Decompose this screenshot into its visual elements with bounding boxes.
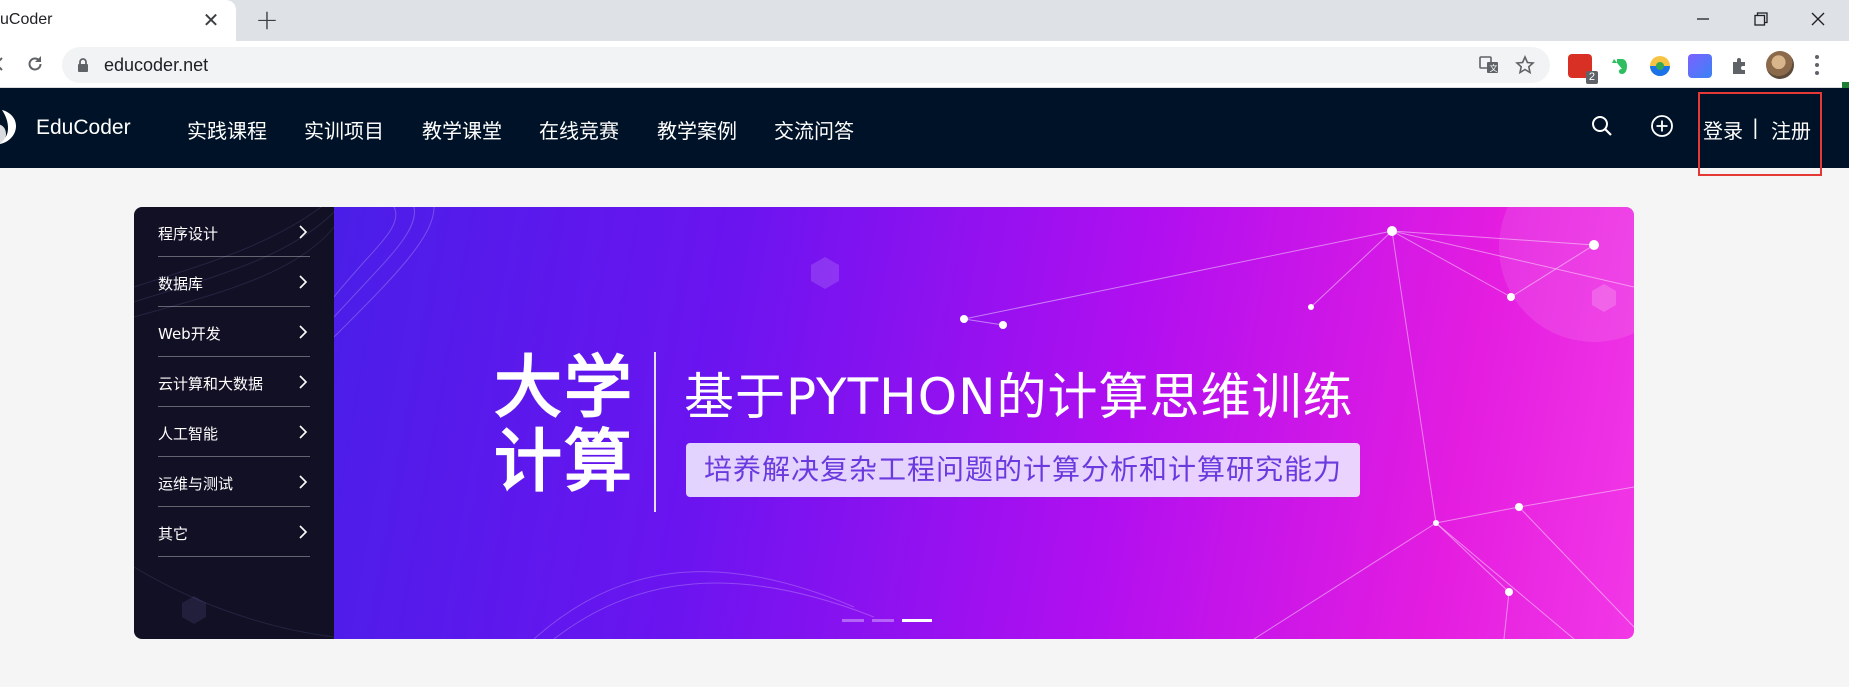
carousel-dot[interactable]	[872, 619, 894, 622]
nav-online-competition[interactable]: 在线竞赛	[539, 115, 619, 144]
address-bar[interactable]: educoder.net 文	[62, 47, 1550, 83]
minimize-button[interactable]	[1675, 0, 1731, 38]
browser-toolbar: educoder.net 文 2	[0, 41, 1849, 129]
new-tab-button[interactable]: +	[252, 6, 282, 36]
banner-left-heading: 大学 计算	[494, 352, 634, 500]
lock-icon	[78, 58, 88, 72]
nav-teaching-cases[interactable]: 教学案例	[657, 115, 737, 144]
bookmark-star-icon[interactable]	[1514, 54, 1536, 76]
nav-teaching-classroom[interactable]: 教学课堂	[422, 115, 502, 144]
extension-evernote-icon[interactable]	[1608, 54, 1632, 78]
category-item[interactable]: 程序设计	[158, 207, 310, 257]
hero-banner: 程序设计 数据库 Web开发 云计算和大数据 人工智能 运维与测试 其它 大学 …	[134, 207, 1634, 639]
banner-divider	[654, 352, 656, 512]
nav-training-projects[interactable]: 实训项目	[304, 115, 384, 144]
chevron-right-icon	[299, 375, 308, 389]
site-header: EduCoder 实践课程 实训项目 教学课堂 在线竞赛 教学案例 交流问答	[0, 88, 1849, 168]
back-button[interactable]	[0, 50, 14, 78]
tab-title: uCoder	[0, 11, 53, 28]
extension-calendar-icon[interactable]: 2	[1568, 54, 1598, 84]
category-menu: 程序设计 数据库 Web开发 云计算和大数据 人工智能 运维与测试 其它	[134, 207, 334, 639]
category-item[interactable]: 数据库	[158, 257, 310, 307]
reload-icon	[28, 56, 42, 71]
restore-icon	[1754, 12, 1768, 26]
banner-title: 基于PYTHON的计算思维训练	[684, 368, 1354, 426]
carousel-indicators	[842, 619, 932, 622]
extension-badge: 2	[1585, 71, 1598, 84]
carousel-dot[interactable]	[842, 619, 864, 622]
chevron-right-icon	[299, 275, 308, 289]
minimize-icon	[1697, 18, 1709, 20]
tab-close-icon[interactable]: ✕	[200, 9, 222, 31]
extension-square-icon[interactable]	[1688, 54, 1712, 78]
chevron-right-icon	[299, 225, 308, 239]
auth-highlight-box	[1698, 92, 1822, 176]
category-label: 其它	[158, 525, 189, 543]
restore-button[interactable]	[1733, 0, 1789, 38]
category-label: 数据库	[158, 275, 204, 293]
close-window-button[interactable]	[1790, 0, 1846, 38]
banner-subtitle: 培养解决复杂工程问题的计算分析和计算研究能力	[686, 443, 1361, 497]
chevron-right-icon	[299, 475, 308, 489]
browser-menu-icon[interactable]	[1812, 53, 1822, 77]
category-label: 人工智能	[158, 425, 219, 443]
carousel-dot-active[interactable]	[902, 619, 932, 622]
extension-globe-icon[interactable]	[1648, 54, 1672, 78]
category-item[interactable]: 云计算和大数据	[158, 357, 310, 407]
category-item[interactable]: 其它	[158, 507, 310, 557]
chevron-right-icon	[299, 425, 308, 439]
reload-button[interactable]	[21, 50, 49, 78]
educoder-logo-icon[interactable]	[0, 106, 24, 148]
banner-left-line1: 大学	[494, 349, 635, 428]
category-label: 程序设计	[158, 225, 219, 243]
category-label: 云计算和大数据	[158, 375, 264, 393]
browser-tab-strip: uCoder ✕ +	[0, 0, 1849, 41]
svg-text:文: 文	[1490, 63, 1498, 73]
add-circle-icon[interactable]	[1650, 114, 1674, 138]
nav-practice-courses[interactable]: 实践课程	[187, 115, 267, 144]
search-icon[interactable]	[1590, 114, 1614, 138]
banner-left-line2: 计算	[494, 423, 635, 502]
chevron-right-icon	[299, 525, 308, 539]
browser-tab[interactable]: uCoder ✕	[0, 0, 236, 41]
back-arrow-icon	[0, 57, 3, 71]
banner-slide[interactable]: 大学 计算 基于PYTHON的计算思维训练 培养解决复杂工程问题的计算分析和计算…	[334, 207, 1634, 639]
category-label: 运维与测试	[158, 475, 234, 493]
close-window-icon	[1811, 12, 1825, 26]
translate-icon[interactable]: 文	[1478, 54, 1500, 76]
category-item[interactable]: 人工智能	[158, 407, 310, 457]
logo-text[interactable]: EduCoder	[36, 116, 131, 140]
extensions-puzzle-icon[interactable]	[1728, 54, 1752, 78]
category-item[interactable]: 运维与测试	[158, 457, 310, 507]
category-item[interactable]: Web开发	[158, 307, 310, 357]
profile-avatar[interactable]	[1766, 51, 1794, 79]
url-text[interactable]: educoder.net	[104, 55, 208, 76]
category-label: Web开发	[158, 325, 221, 343]
nav-qa-forum[interactable]: 交流问答	[774, 115, 854, 144]
chevron-right-icon	[299, 325, 308, 339]
